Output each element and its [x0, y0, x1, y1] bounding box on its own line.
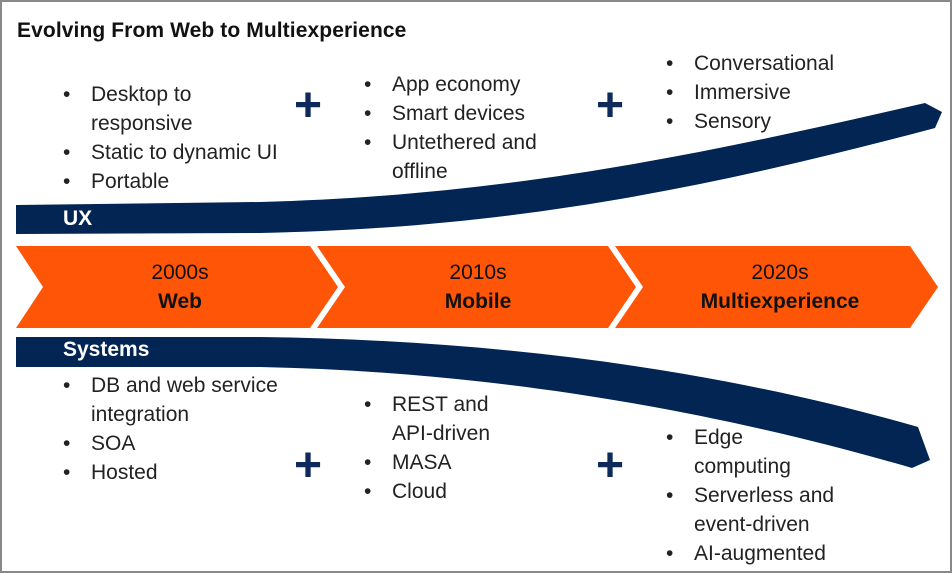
systems-list-multiexperience: Edge computing Serverless and event-driv…: [664, 423, 884, 568]
plus-icon: +: [293, 79, 323, 132]
list-item: AI-augmented: [664, 539, 884, 568]
plus-icon: +: [595, 79, 625, 132]
list-item: REST and API-driven: [362, 390, 532, 448]
list-item: Sensory: [664, 107, 884, 136]
systems-list-mobile: REST and API-driven MASA Cloud: [362, 390, 562, 506]
list-item: Untethered and offline: [362, 128, 582, 186]
list-item: Conversational: [664, 49, 884, 78]
ux-list-mobile: App economy Smart devices Untethered and…: [362, 70, 582, 186]
plus-icon: +: [595, 439, 625, 492]
list-item: Static to dynamic UI: [61, 138, 321, 167]
list-item: Smart devices: [362, 99, 582, 128]
list-item: DB and web service integration: [61, 371, 331, 429]
list-item: MASA: [362, 448, 562, 477]
era-name: Mobile: [444, 290, 512, 313]
ux-list-multiexperience: Conversational Immersive Sensory: [664, 49, 884, 136]
list-item: Cloud: [362, 477, 562, 506]
list-item: Hosted: [61, 458, 311, 487]
list-item: SOA: [61, 429, 311, 458]
list-item: Serverless and event-driven: [664, 481, 894, 539]
era-mobile: 2010s Mobile: [378, 258, 578, 316]
list-item: Edge computing: [664, 423, 824, 481]
era-name: Multiexperience: [700, 290, 860, 313]
ux-label: UX: [63, 207, 93, 230]
list-item: App economy: [362, 70, 582, 99]
list-item: Portable: [61, 167, 321, 196]
era-year: 2010s: [449, 261, 507, 284]
list-item: Immersive: [664, 78, 884, 107]
era-name: Web: [158, 290, 202, 313]
era-year: 2000s: [151, 261, 209, 284]
era-multiexperience: 2020s Multiexperience: [660, 258, 900, 316]
list-item: Desktop to responsive: [61, 80, 251, 138]
plus-icon: +: [293, 439, 323, 492]
ux-list-web: Desktop to responsive Static to dynamic …: [61, 80, 321, 196]
systems-label: Systems: [63, 338, 150, 361]
era-year: 2020s: [751, 261, 809, 284]
era-web: 2000s Web: [80, 258, 280, 316]
systems-list-web: DB and web service integration SOA Hoste…: [61, 371, 311, 487]
